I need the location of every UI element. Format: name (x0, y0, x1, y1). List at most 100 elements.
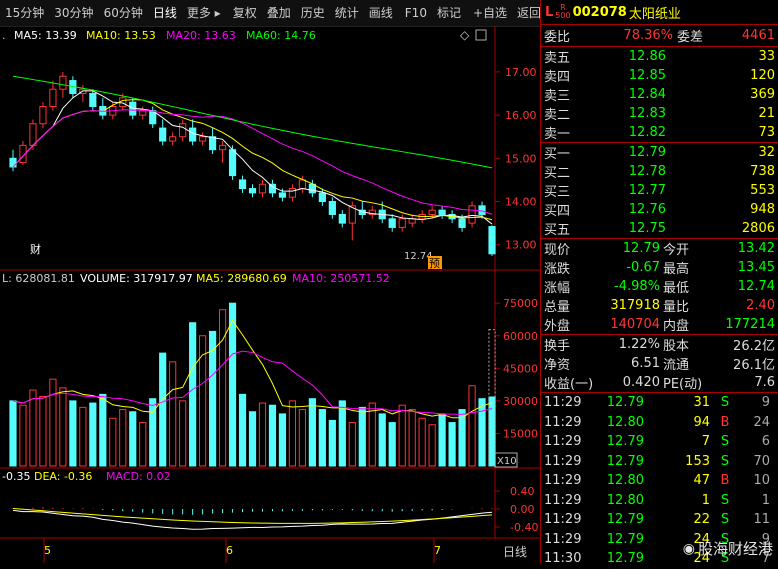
sell-level-label: 卖五 (544, 51, 571, 66)
volume-axis-label: 75000 (503, 297, 538, 310)
toolbar-item-8[interactable]: 统计 (330, 0, 364, 26)
buy-price: 12.79 (628, 145, 666, 160)
buy-price: 12.75 (628, 221, 666, 236)
toolbar-item-4[interactable]: 更多 ▸ (182, 0, 226, 26)
ma10-label: MA10: 13.53 (86, 29, 156, 42)
volume-bar (418, 417, 426, 467)
volume-bar (388, 422, 396, 467)
macd-axis-label: -0.40 (510, 521, 538, 534)
buy-row-4[interactable]: 买五 12.75 2806 (541, 219, 778, 238)
buy-row-1[interactable]: 买二 12.78 738 (541, 162, 778, 181)
tick-time: 11:29 (544, 414, 582, 430)
candle-body (119, 97, 127, 107)
sell-row-1[interactable]: 卖四 12.85 120 (541, 66, 778, 85)
tick-row-3[interactable]: 11:29 12.79 153 S 70 (541, 452, 778, 472)
buy-price: 12.76 (628, 202, 666, 217)
candle-body (278, 192, 287, 198)
financial-report-marker[interactable]: 财 (30, 242, 41, 256)
stat-value: 6.51 (631, 356, 660, 371)
tick-volume: 31 (693, 395, 710, 411)
buy-row-2[interactable]: 买三 12.77 553 (541, 181, 778, 200)
stat-value: 12.74 (737, 279, 775, 294)
macd-diff-label: -0.35 (2, 470, 30, 483)
toolbar-item-9[interactable]: 画线 (364, 0, 398, 26)
weibo-icon: ◉ (682, 540, 695, 557)
price-stats: 现价 12.79 今开 13.42 涨跌 -0.67 最高 13.45 涨幅 -… (541, 239, 778, 335)
price-stat-row-4: 外盘 140704 内盘 177214 (541, 315, 778, 334)
volume-bar (139, 422, 147, 467)
weicha-label: 委差 (677, 30, 704, 45)
toolbar-item-0[interactable]: 15分钟 (0, 0, 49, 26)
toolbar-item-11[interactable]: 标记 (432, 0, 466, 26)
volume-bar (159, 352, 167, 467)
volume-unit-label: X10 (497, 456, 517, 467)
maximize-box-icon[interactable] (475, 29, 487, 41)
tick-row-0[interactable]: 11:29 12.79 31 S 9 (541, 393, 778, 413)
sell-row-2[interactable]: 卖三 12.84 369 (541, 85, 778, 104)
volume-bar (488, 396, 496, 467)
sell-row-0[interactable]: 卖五 12.86 33 (541, 47, 778, 66)
tick-row-1[interactable]: 11:29 12.80 94 B 24 (541, 413, 778, 433)
stat-value: 1.22% (618, 337, 660, 352)
volume-bar (189, 322, 197, 467)
settings-diamond-icon[interactable]: ◇ (460, 28, 470, 42)
volume-bar (378, 413, 386, 467)
forecast-marker[interactable]: 预 (429, 257, 440, 270)
candle-body (208, 136, 217, 151)
price-stat-row-1: 涨跌 -0.67 最高 13.45 (541, 258, 778, 277)
tick-row-6[interactable]: 11:29 12.79 22 S 11 (541, 510, 778, 530)
sell-volume: 369 (750, 87, 775, 102)
candle-body (159, 127, 167, 142)
date-label-june: 6 (226, 544, 233, 557)
volume-ma10-line (12, 350, 493, 415)
tick-row-2[interactable]: 11:29 12.79 7 S 6 (541, 432, 778, 452)
tick-time: 11:29 (544, 512, 582, 528)
candle-series (9, 71, 496, 256)
candle-body (59, 75, 67, 90)
price-axis-label: 14.00 (505, 196, 537, 209)
volume-bar (298, 409, 306, 467)
toolbar-item-1[interactable]: 30分钟 (49, 0, 98, 26)
toolbar-item-3[interactable]: 日线 (148, 0, 182, 26)
volume-axis-label: 15000 (503, 427, 538, 440)
rank-indicator: R 500 (555, 3, 571, 20)
tick-price: 12.79 (606, 434, 644, 450)
buy-orders: 买一 12.79 32 买二 12.78 738 买三 12.77 553 买四… (541, 143, 778, 239)
ma10-line (12, 99, 493, 221)
period-toolbar: 15分钟 30分钟 60分钟 日线 更多 ▸ 复权 叠加 历史 统计 画线 F10 标记 +自选 返回 (0, 0, 541, 27)
tick-volume: 7 (701, 434, 710, 450)
toolbar-item-5[interactable]: 复权 (228, 0, 262, 26)
volume-bar (39, 396, 47, 467)
tick-row-4[interactable]: 11:29 12.80 47 B 10 (541, 471, 778, 491)
buy-row-3[interactable]: 买四 12.76 948 (541, 200, 778, 219)
candle-body (268, 183, 277, 194)
candle-body (318, 192, 326, 203)
buy-row-0[interactable]: 买一 12.79 32 (541, 143, 778, 162)
toolbar-item-2[interactable]: 60分钟 (99, 0, 148, 26)
volume-ma5-label: MA5: 289680.69 (196, 272, 287, 285)
tick-volume: 94 (693, 414, 710, 430)
tick-side: S (720, 492, 730, 508)
sell-row-3[interactable]: 卖二 12.83 21 (541, 104, 778, 123)
toolbar-item-12[interactable]: +自选 (468, 0, 512, 26)
tick-row-5[interactable]: 11:29 12.80 1 S 1 (541, 491, 778, 511)
sell-volume: 120 (750, 68, 775, 83)
date-label-july: 7 (434, 544, 441, 557)
share-stats: 换手 1.22% 股本 26.2亿 净资 6.51 流通 26.1亿 收益(一)… (541, 335, 778, 393)
toolbar-item-6[interactable]: 叠加 (262, 0, 296, 26)
toolbar-item-10[interactable]: F10 (400, 0, 432, 26)
period-indicator[interactable]: 日线 (503, 545, 527, 559)
stat-label: 内盘 (663, 319, 690, 334)
share-stat-row-1: 净资 6.51 流通 26.1亿 (541, 354, 778, 373)
tick-time: 11:29 (544, 434, 582, 450)
volume-bar (478, 398, 486, 467)
toolbar-item-7[interactable]: 历史 (296, 0, 330, 26)
buy-volume: 32 (758, 145, 775, 160)
kline-chart-svg[interactable]: . MA5: 13.39 MA10: 13.53 MA20: 13.63 MA6… (0, 26, 540, 563)
buy-level-label: 买四 (544, 204, 571, 219)
volume-bar (169, 361, 177, 467)
sell-level-label: 卖四 (544, 70, 571, 85)
volume-bar (99, 393, 107, 467)
sell-row-4[interactable]: 卖一 12.82 73 (541, 123, 778, 142)
tick-side: S (720, 453, 730, 469)
